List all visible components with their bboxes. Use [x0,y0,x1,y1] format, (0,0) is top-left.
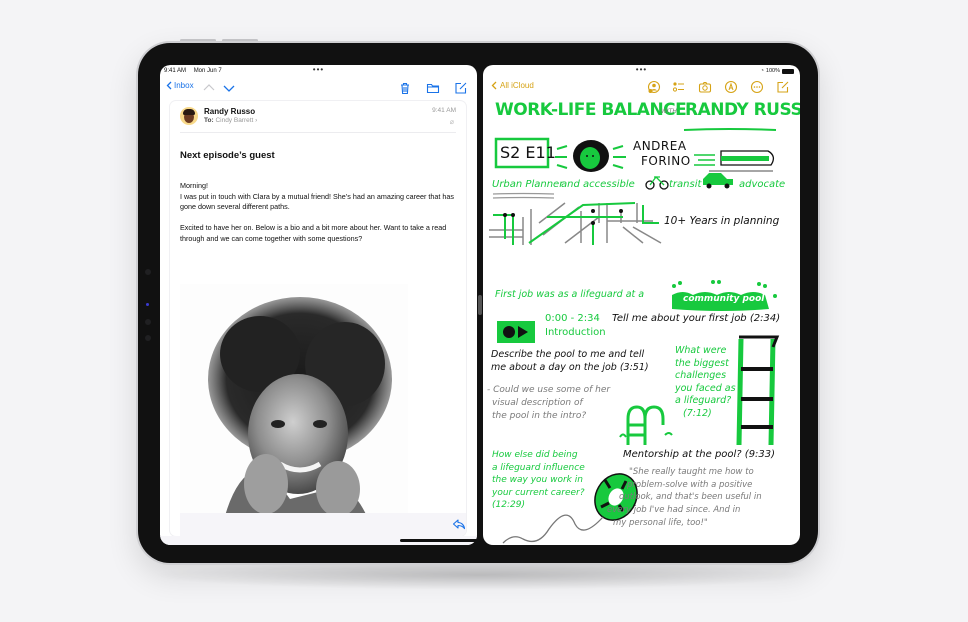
sketch-q2-line1: Describe the pool to me and tell [491,349,645,360]
mail-app: 9:41 AM Mon Jun 7 ••• Inbox Randy Russo … [160,65,477,545]
pool-ladder-doodle [619,405,673,445]
sketch-q3: What were the biggest challenges you faced … [675,345,736,419]
sketch-guest-first: ANDREA [633,139,687,153]
compose-icon[interactable] [776,80,790,94]
all-icloud-label: All iCloud [500,81,534,90]
status-bar: ••• ◔ 100% [483,65,800,77]
play-button-doodle [497,321,535,343]
sensor-dot [145,335,151,341]
split-view-handle[interactable] [478,295,482,315]
collaborate-icon[interactable] [647,80,661,94]
sketch-q5: How else did being a lifeguard influence t… [492,450,585,511]
chevron-down-icon[interactable] [222,81,236,95]
sketch-intro-label: Introduction [545,327,606,338]
sketch-first-job: First job was as a lifeguard at a [495,289,645,300]
battery-percent: 100% [765,68,780,74]
compose-icon[interactable] [454,81,468,95]
train-doodle [694,150,775,172]
screen: 9:41 AM Mon Jun 7 ••• Inbox Randy Russo … [160,65,800,545]
all-icloud-back-button[interactable]: All iCloud [491,81,534,90]
status-time: 9:41 AM [164,68,187,74]
battery-icon [782,68,794,74]
sketch-role-c: transit [669,179,702,190]
bike-doodle [645,176,669,190]
sketch-note-1: - Could we use some of her [487,385,611,395]
wifi-icon: ◔ [760,68,764,74]
sketch-note-3: the pool in the intro? [492,411,587,421]
home-indicator-left[interactable] [400,539,480,542]
notes-toolbar: All iCloud [483,77,800,99]
more-icon[interactable] [750,80,764,94]
attachment-icon: ⌀ [449,119,454,126]
guest-face-doodle [555,140,626,172]
message-subject: Next episode’s guest [180,150,275,161]
sensor-dot [145,319,151,325]
sketch-role-b: and accessible [561,179,635,190]
sketch-q1: Tell me about your first job (2:34) [612,313,781,324]
folder-icon[interactable] [426,81,440,95]
recipient-name: Cindy Barrett [215,117,254,124]
car-doodle [703,173,733,189]
body-paragraph: Excited to have her on. Below is a bio a… [180,223,447,243]
status-bar: 9:41 AM Mon Jun 7 ••• [160,65,477,77]
camera-icon [146,303,149,306]
checklist-icon[interactable] [672,80,686,94]
markup-icon[interactable] [724,80,738,94]
sketch-role-d: advocate [739,179,786,190]
sketchnote-canvas[interactable]: WORK-LIFE BALANCE WITH RANDY RUSSO S2 E1… [483,99,800,545]
sender-avatar[interactable] [180,107,198,125]
sketch-role: Urban Planner [492,179,564,190]
notes-app: ••• ◔ 100% All iCloud WORK-LIFE BALANCE … [483,65,800,545]
sketch-with: WITH [661,108,677,115]
trash-icon[interactable] [398,81,412,95]
guest-photo [180,284,408,536]
message-header: Randy Russo To: Cindy Barrett › 9:41 AM … [180,101,456,133]
recipient-line[interactable]: To: Cindy Barrett › [204,117,257,124]
sketch-q2-line2: me about a day on the job (3:51) [491,362,649,373]
chevron-left-icon [166,81,172,90]
body-paragraph: Morning! I was put in touch with Clara b… [180,181,454,212]
ipad-device: 9:41 AM Mon Jun 7 ••• Inbox Randy Russo … [136,41,820,565]
sketch-note-2: visual description of [492,398,583,408]
message-time: 9:41 AM [432,107,456,114]
sensor-dot [145,269,151,275]
inbox-label: Inbox [174,81,194,90]
sketch-pool-badge: community pool [683,294,765,304]
sketch-years: 10+ Years in planning [664,215,780,227]
reply-toolbar [180,513,466,536]
city-map-doodle [489,202,662,245]
battery-indicator: ◔ 100% [761,68,794,74]
chevron-up-icon[interactable] [202,81,216,95]
sketch-host: RANDY RUSSO [685,100,800,120]
reply-icon[interactable] [452,518,466,530]
message-body: Morning! I was put in touch with Clara b… [180,181,456,245]
message-view: Randy Russo To: Cindy Barrett › 9:41 AM … [170,101,466,536]
device-bezel: 9:41 AM Mon Jun 7 ••• Inbox Randy Russo … [138,43,818,563]
multitasking-handle[interactable]: ••• [313,65,324,74]
sketch-episode: S2 E11 [500,143,556,162]
sender-name[interactable]: Randy Russo [204,107,255,116]
multitasking-handle[interactable]: ••• [636,65,647,74]
sketch-quote: "She really taught me how to problem-sol… [607,467,762,528]
mail-toolbar: Inbox [160,77,477,99]
status-date: Mon Jun 7 [193,68,222,74]
camera-icon[interactable] [698,80,712,94]
sketch-intro-time: 0:00 - 2:34 [545,313,600,324]
inbox-back-button[interactable]: Inbox [166,81,194,90]
chevron-left-icon [491,81,497,90]
sketch-q4: Mentorship at the pool? (9:33) [623,449,776,460]
sketch-guest-last: FORINO [641,154,691,168]
title-underline [683,128,777,131]
sketch-title: WORK-LIFE BALANCE [495,100,687,120]
